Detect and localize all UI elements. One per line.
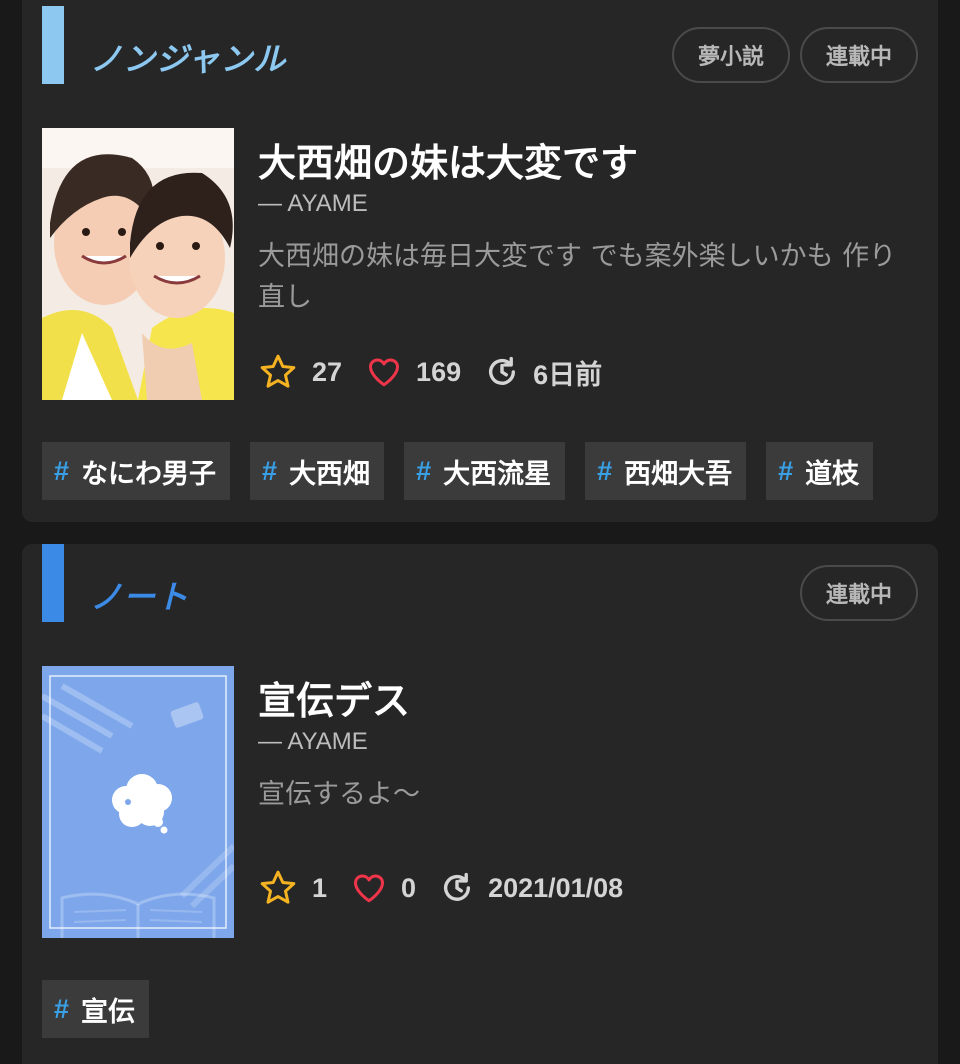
tag-chip[interactable]: # 西畑大吾 bbox=[585, 442, 747, 500]
cover-image[interactable] bbox=[42, 128, 234, 400]
heart-icon bbox=[354, 874, 385, 903]
badge-group: 連載中 bbox=[799, 565, 918, 621]
work-card[interactable]: ノート 連載中 宣伝デス — AYAME 宣伝するよ〜 1 0 2021/01/… bbox=[22, 544, 938, 1064]
category-label: ノート bbox=[90, 578, 190, 616]
hash-icon: # bbox=[778, 455, 794, 486]
author-name[interactable]: — AYAME bbox=[258, 190, 368, 218]
category-accent-bar bbox=[42, 544, 64, 622]
tag-chip[interactable]: # なにわ男子 bbox=[42, 442, 231, 500]
work-card[interactable]: ノンジャンル 夢小説 連載中 大西畑の妹は大変です — AYAME 大西畑の妹は… bbox=[22, 0, 938, 522]
hash-icon: # bbox=[416, 455, 432, 486]
tag-chip[interactable]: # 大西畑 bbox=[250, 442, 385, 500]
author-name[interactable]: — AYAME bbox=[258, 728, 368, 756]
category-label: ノンジャンル bbox=[90, 40, 287, 78]
history-icon bbox=[489, 356, 516, 385]
cover-image[interactable] bbox=[42, 666, 234, 938]
work-stats: 27 169 6日前 bbox=[258, 352, 626, 392]
category-accent-bar bbox=[42, 6, 64, 84]
star-count: 1 bbox=[312, 872, 328, 903]
heart-count: 0 bbox=[401, 872, 417, 903]
work-stats: 1 0 2021/01/08 bbox=[258, 868, 647, 908]
hash-icon: # bbox=[597, 455, 613, 486]
heart-stat: 169 bbox=[366, 354, 461, 390]
star-icon bbox=[260, 354, 296, 388]
tag-label: 大西流星 bbox=[443, 458, 552, 490]
updated-stat: 2021/01/08 bbox=[440, 871, 623, 905]
hash-icon: # bbox=[54, 993, 70, 1024]
history-icon bbox=[444, 872, 471, 901]
updated-time: 2021/01/08 bbox=[488, 872, 624, 903]
heart-stat: 0 bbox=[351, 870, 416, 906]
tag-list: # 宣伝 bbox=[42, 980, 150, 1038]
genre-badge[interactable]: 夢小説 bbox=[671, 27, 790, 83]
tag-label: なにわ男子 bbox=[81, 458, 217, 490]
status-badge[interactable]: 連載中 bbox=[799, 27, 918, 83]
cover-photo-icon bbox=[42, 128, 234, 400]
hash-icon: # bbox=[54, 455, 70, 486]
updated-time: 6日前 bbox=[533, 359, 603, 390]
tag-chip[interactable]: # 道枝 bbox=[766, 442, 874, 500]
work-description: 大西畑の妹は毎日大変です でも案外楽しいかも 作り直し bbox=[258, 241, 897, 313]
tag-label: 大西畑 bbox=[289, 458, 371, 490]
work-description: 宣伝するよ〜 bbox=[258, 779, 420, 810]
star-count: 27 bbox=[312, 356, 343, 387]
tag-label: 西畑大吾 bbox=[624, 458, 733, 490]
work-title[interactable]: 宣伝デス bbox=[258, 670, 410, 725]
tag-chip[interactable]: # 宣伝 bbox=[42, 980, 150, 1038]
updated-stat: 6日前 bbox=[485, 353, 602, 392]
tag-list: # なにわ男子 # 大西畑 # 大西流星 # 西畑大吾 # 道枝 bbox=[42, 442, 874, 500]
tag-label: 宣伝 bbox=[81, 996, 136, 1028]
tag-label: 道枝 bbox=[805, 458, 860, 490]
tag-chip[interactable]: # 大西流星 bbox=[404, 442, 566, 500]
badge-group: 夢小説 連載中 bbox=[671, 27, 918, 83]
status-badge[interactable]: 連載中 bbox=[799, 565, 918, 621]
star-stat: 1 bbox=[258, 868, 327, 908]
work-title[interactable]: 大西畑の妹は大変です bbox=[258, 132, 638, 187]
heart-icon bbox=[369, 358, 400, 387]
note-placeholder-icon bbox=[42, 666, 234, 938]
star-icon bbox=[260, 870, 296, 904]
hash-icon: # bbox=[262, 455, 278, 486]
star-stat: 27 bbox=[258, 352, 342, 392]
heart-count: 169 bbox=[416, 356, 462, 387]
